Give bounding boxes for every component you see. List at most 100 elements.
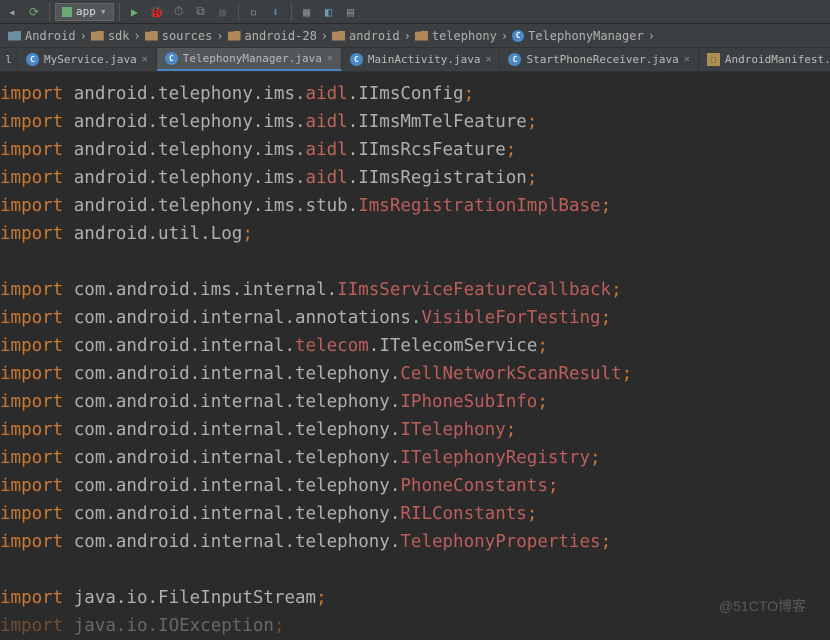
- close-icon[interactable]: ✕: [142, 54, 148, 65]
- keyword: import: [0, 476, 63, 496]
- code-token: com.android.internal.: [63, 336, 295, 356]
- breadcrumb-item[interactable]: C TelephonyManager: [508, 29, 648, 43]
- code-token: com.android.internal.telephony.: [63, 504, 400, 524]
- profile-button[interactable]: ⏱: [169, 2, 189, 22]
- code-token: aidl: [306, 168, 348, 188]
- class-icon: C: [512, 30, 524, 42]
- code-token: .ITelecomService: [369, 336, 538, 356]
- code-editor[interactable]: import android.telephony.ims.aidl.IImsCo…: [0, 72, 830, 640]
- debug-button[interactable]: 🐞: [147, 2, 167, 22]
- code-token: com.android.internal.annotations.: [63, 308, 421, 328]
- sync-icon[interactable]: ⟳: [24, 2, 44, 22]
- java-class-icon: C: [165, 52, 178, 65]
- code-line: import java.io.FileInputStream;: [0, 584, 830, 612]
- breadcrumb-label: TelephonyManager: [528, 29, 644, 43]
- close-icon[interactable]: ✕: [485, 54, 491, 65]
- keyword: import: [0, 448, 63, 468]
- code-line: import android.telephony.ims.aidl.IImsMm…: [0, 108, 830, 136]
- breadcrumb-item[interactable]: android-28: [224, 29, 321, 43]
- breadcrumb-label: android: [349, 29, 400, 43]
- keyword: import: [0, 588, 63, 608]
- stop-button[interactable]: ■: [213, 2, 233, 22]
- separator: [49, 3, 50, 21]
- code-token: .IImsRcsFeature: [348, 140, 506, 160]
- java-class-icon: C: [26, 53, 39, 66]
- code-line: import com.android.internal.telephony.IP…: [0, 388, 830, 416]
- layout-inspector-icon[interactable]: ◧: [319, 2, 339, 22]
- code-token: android.telephony.ims.: [63, 140, 305, 160]
- toolbar-left-chevron[interactable]: ◂: [2, 2, 22, 22]
- watermark: @51CTO博客: [719, 596, 806, 616]
- java-class-icon: C: [508, 53, 521, 66]
- editor-tab[interactable]: CStartPhoneReceiver.java✕: [500, 48, 698, 71]
- code-token: .IImsConfig: [348, 84, 464, 104]
- keyword: import: [0, 168, 63, 188]
- keyword: import: [0, 532, 63, 552]
- editor-tab[interactable]: CMainActivity.java✕: [342, 48, 501, 71]
- code-line: import com.android.internal.telecom.ITel…: [0, 332, 830, 360]
- project-structure-icon[interactable]: ▦: [297, 2, 317, 22]
- code-token: android.telephony.ims.: [63, 112, 305, 132]
- breadcrumb-item[interactable]: sources: [141, 29, 217, 43]
- close-icon[interactable]: ✕: [684, 54, 690, 65]
- chevron-right-icon: ›: [404, 29, 411, 43]
- code-line: import android.telephony.ims.stub.ImsReg…: [0, 192, 830, 220]
- code-token: java.io.FileInputStream: [63, 588, 316, 608]
- code-token: VisibleForTesting: [421, 308, 600, 328]
- code-token: IImsServiceFeatureCallback: [337, 280, 611, 300]
- semicolon: ;: [622, 364, 633, 384]
- code-token: com.android.internal.telephony.: [63, 448, 400, 468]
- sdk-manager-icon[interactable]: ⬇: [266, 2, 286, 22]
- editor-tab[interactable]: ⬚AndroidManifest.xml✕: [699, 48, 830, 71]
- breadcrumb-item[interactable]: sdk: [87, 29, 134, 43]
- semicolon: ;: [601, 196, 612, 216]
- code-token: aidl: [306, 112, 348, 132]
- code-line: import com.android.internal.telephony.RI…: [0, 500, 830, 528]
- close-icon[interactable]: ✕: [327, 53, 333, 64]
- keyword: import: [0, 616, 63, 636]
- code-line: import com.android.internal.telephony.IT…: [0, 416, 830, 444]
- code-token: PhoneConstants: [400, 476, 548, 496]
- code-token: ITelephony: [400, 420, 505, 440]
- avd-manager-icon[interactable]: ▫: [244, 2, 264, 22]
- resource-manager-icon[interactable]: ▤: [341, 2, 361, 22]
- keyword: import: [0, 112, 63, 132]
- folder-icon: [228, 31, 241, 41]
- code-line: import android.telephony.ims.aidl.IImsCo…: [0, 80, 830, 108]
- keyword: import: [0, 280, 63, 300]
- keyword: import: [0, 140, 63, 160]
- semicolon: ;: [527, 504, 538, 524]
- code-line: import java.io.IOException;: [0, 612, 830, 640]
- editor-tab[interactable]: CTelephonyManager.java✕: [157, 48, 342, 71]
- editor-tab[interactable]: CMyService.java✕: [18, 48, 157, 71]
- editor-tab[interactable]: l: [0, 48, 18, 71]
- semicolon: ;: [537, 392, 548, 412]
- breadcrumb-label: sources: [162, 29, 213, 43]
- semicolon: ;: [464, 84, 475, 104]
- run-configuration-dropdown[interactable]: app ▾: [55, 3, 114, 21]
- breadcrumb-label: sdk: [108, 29, 130, 43]
- code-line: import android.telephony.ims.aidl.IImsRe…: [0, 164, 830, 192]
- code-token: telecom: [295, 336, 369, 356]
- code-token: CellNetworkScanResult: [400, 364, 621, 384]
- folder-icon: [332, 31, 345, 41]
- run-button[interactable]: ▶: [125, 2, 145, 22]
- separator: [238, 3, 239, 21]
- code-token: com.android.internal.telephony.: [63, 476, 400, 496]
- breadcrumb-item[interactable]: android: [328, 29, 404, 43]
- breadcrumb-item[interactable]: Android: [4, 29, 80, 43]
- separator: [291, 3, 292, 21]
- code-token: aidl: [306, 140, 348, 160]
- keyword: import: [0, 336, 63, 356]
- code-line: import com.android.internal.annotations.…: [0, 304, 830, 332]
- folder-icon: [415, 31, 428, 41]
- android-icon: [62, 7, 72, 17]
- keyword: import: [0, 420, 63, 440]
- breadcrumb-item[interactable]: telephony: [411, 29, 501, 43]
- code-line: import com.android.ims.internal.IImsServ…: [0, 276, 830, 304]
- code-token: com.android.internal.telephony.: [63, 392, 400, 412]
- code-token: com.android.internal.telephony.: [63, 532, 400, 552]
- semicolon: ;: [242, 224, 253, 244]
- attach-button[interactable]: ⧉: [191, 2, 211, 22]
- code-token: .IImsMmTelFeature: [348, 112, 527, 132]
